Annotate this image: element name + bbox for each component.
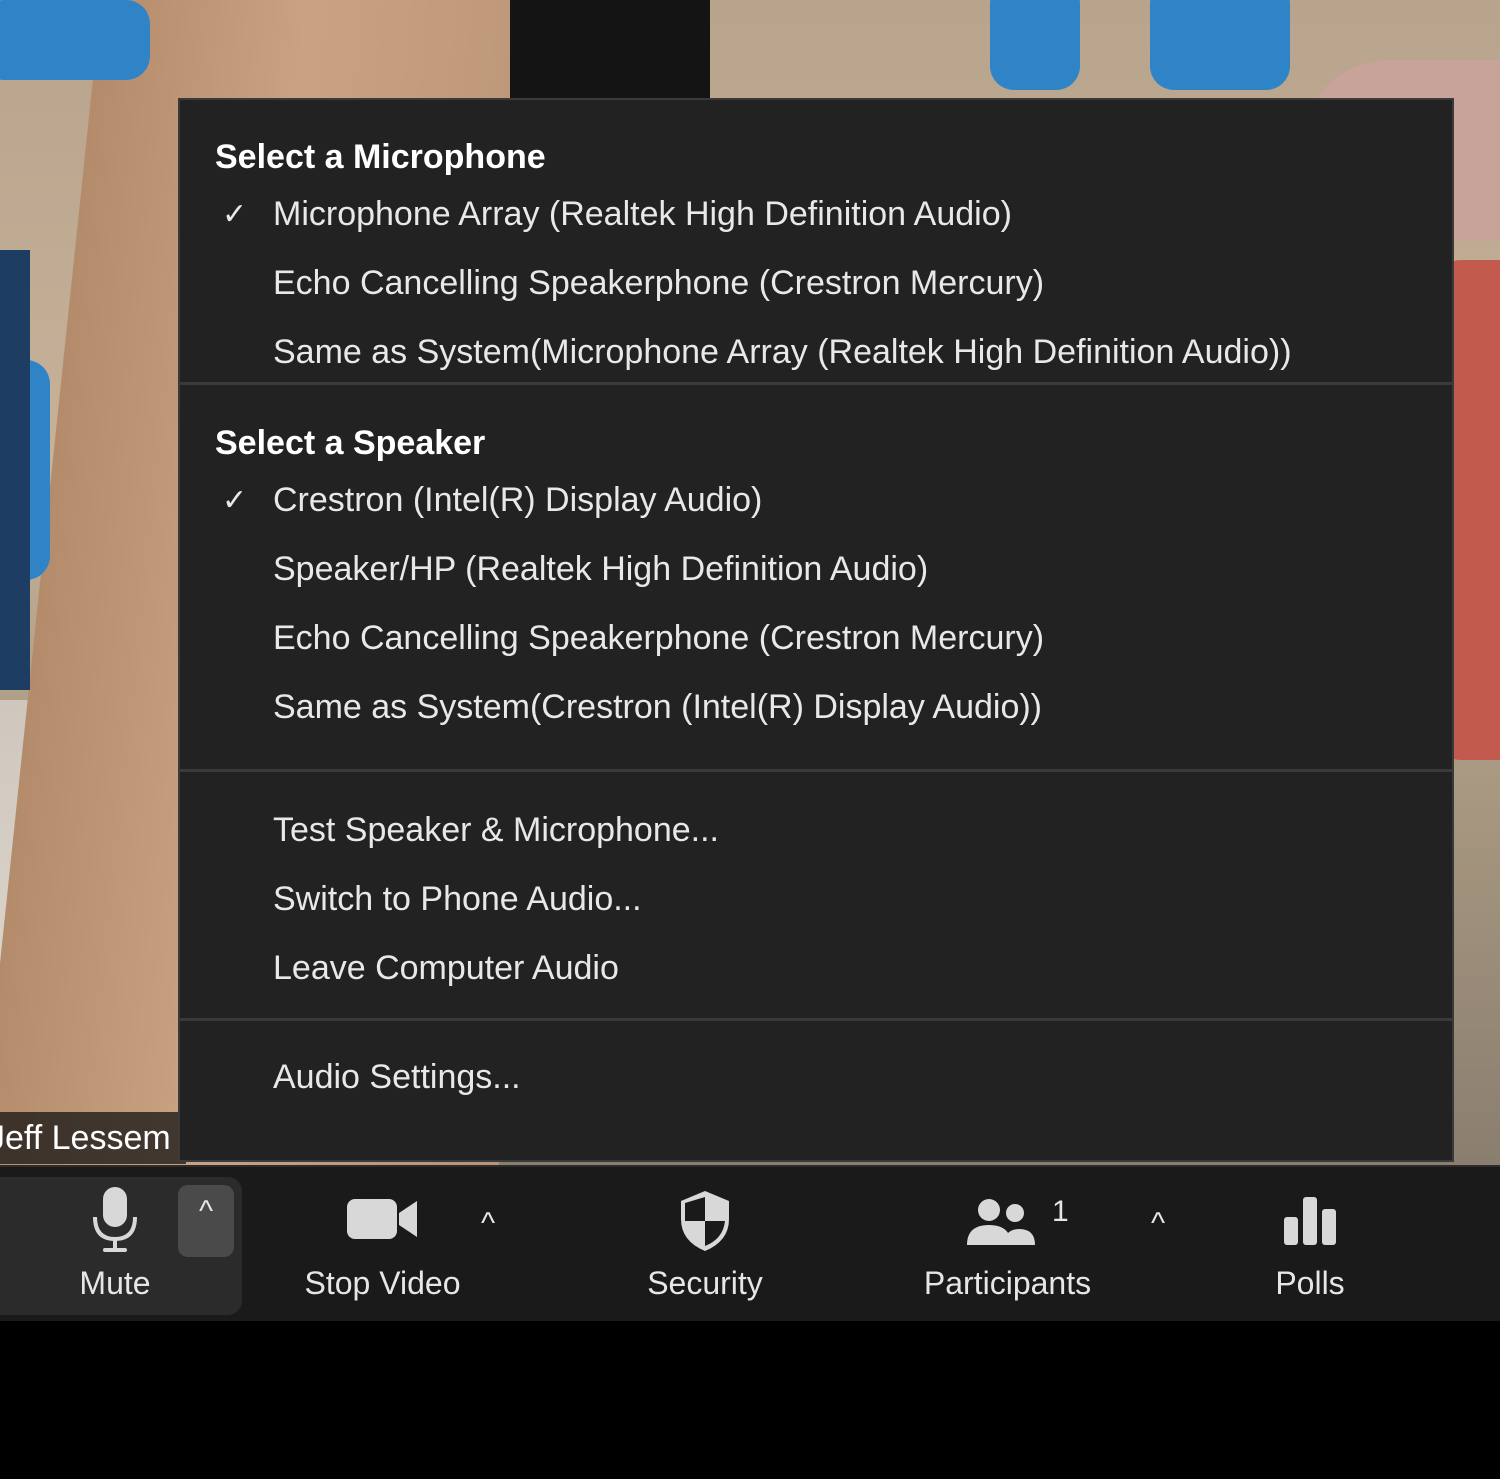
participants-button[interactable]: Participants — [905, 1167, 1110, 1321]
microphone-section: Select a Microphone ✓ Microphone Array (… — [180, 100, 1452, 382]
meeting-toolbar: Mute ^ Stop Video ^ Security Participant… — [0, 1165, 1500, 1321]
speaker-option[interactable]: Same as System(Crestron (Intel(R) Displa… — [180, 673, 1452, 742]
test-speaker-microphone-item[interactable]: Test Speaker & Microphone... — [180, 796, 1452, 865]
video-chair-leg — [0, 250, 30, 690]
switch-to-phone-audio-item[interactable]: Switch to Phone Audio... — [180, 865, 1452, 934]
speaker-option[interactable]: Speaker/HP (Realtek High Definition Audi… — [180, 535, 1452, 604]
video-camera-icon — [346, 1197, 419, 1246]
polls-label: Polls — [1275, 1265, 1345, 1301]
speaker-option-label: Speaker/HP (Realtek High Definition Audi… — [273, 550, 929, 588]
audio-settings-item[interactable]: Audio Settings... — [180, 1043, 1452, 1112]
checkmark-icon: ✓ — [222, 198, 248, 231]
polls-button[interactable]: Polls — [1230, 1167, 1390, 1321]
video-chair — [990, 0, 1080, 90]
microphone-option-label: Same as System(Microphone Array (Realtek… — [273, 333, 1292, 371]
microphone-section-title: Select a Microphone — [215, 138, 546, 176]
video-options-caret[interactable]: ^ — [468, 1207, 508, 1241]
microphone-option[interactable]: ✓ Microphone Array (Realtek High Definit… — [180, 180, 1452, 249]
video-chair — [0, 0, 150, 80]
leave-computer-audio-item[interactable]: Leave Computer Audio — [180, 934, 1452, 1003]
video-device — [510, 0, 710, 98]
shield-icon — [677, 1189, 733, 1258]
mute-label: Mute — [79, 1265, 151, 1301]
bar-chart-icon — [1282, 1195, 1338, 1252]
speaker-option[interactable]: ✓ Crestron (Intel(R) Display Audio) — [180, 466, 1452, 535]
speaker-section-title: Select a Speaker — [215, 424, 486, 462]
microphone-option[interactable]: Same as System(Microphone Array (Realtek… — [180, 318, 1452, 387]
speaker-section: Select a Speaker ✓ Crestron (Intel(R) Di… — [180, 385, 1452, 769]
security-label: Security — [647, 1265, 763, 1301]
stop-video-button[interactable]: Stop Video — [280, 1167, 485, 1321]
microphone-option[interactable]: Echo Cancelling Speakerphone (Crestron M… — [180, 249, 1452, 318]
speaker-option-label: Same as System(Crestron (Intel(R) Displa… — [273, 688, 1043, 726]
participant-name-tag: Jeff Lessem — [0, 1112, 186, 1164]
microphone-option-label: Microphone Array (Realtek High Definitio… — [273, 195, 1012, 233]
microphone-icon — [90, 1185, 140, 1260]
stop-video-label: Stop Video — [304, 1265, 461, 1301]
chevron-up-icon: ^ — [198, 1195, 214, 1228]
speaker-option-label: Crestron (Intel(R) Display Audio) — [273, 481, 763, 519]
participants-icon — [963, 1197, 1039, 1252]
checkmark-icon: ✓ — [222, 484, 248, 517]
microphone-option-label: Echo Cancelling Speakerphone (Crestron M… — [273, 264, 1045, 302]
participants-options-caret[interactable]: ^ — [1138, 1207, 1178, 1241]
speaker-option-label: Echo Cancelling Speakerphone (Crestron M… — [273, 619, 1045, 657]
audio-actions-section: Test Speaker & Microphone... Switch to P… — [180, 772, 1452, 1018]
audio-options-caret[interactable]: ^ — [178, 1185, 234, 1257]
participants-label: Participants — [923, 1265, 1092, 1301]
audio-options-menu: Select a Microphone ✓ Microphone Array (… — [178, 98, 1454, 1162]
participant-count: 1 — [1052, 1195, 1069, 1228]
video-chair — [1150, 0, 1290, 90]
speaker-option[interactable]: Echo Cancelling Speakerphone (Crestron M… — [180, 604, 1452, 673]
audio-settings-section: Audio Settings... — [180, 1021, 1452, 1131]
security-button[interactable]: Security — [610, 1167, 800, 1321]
